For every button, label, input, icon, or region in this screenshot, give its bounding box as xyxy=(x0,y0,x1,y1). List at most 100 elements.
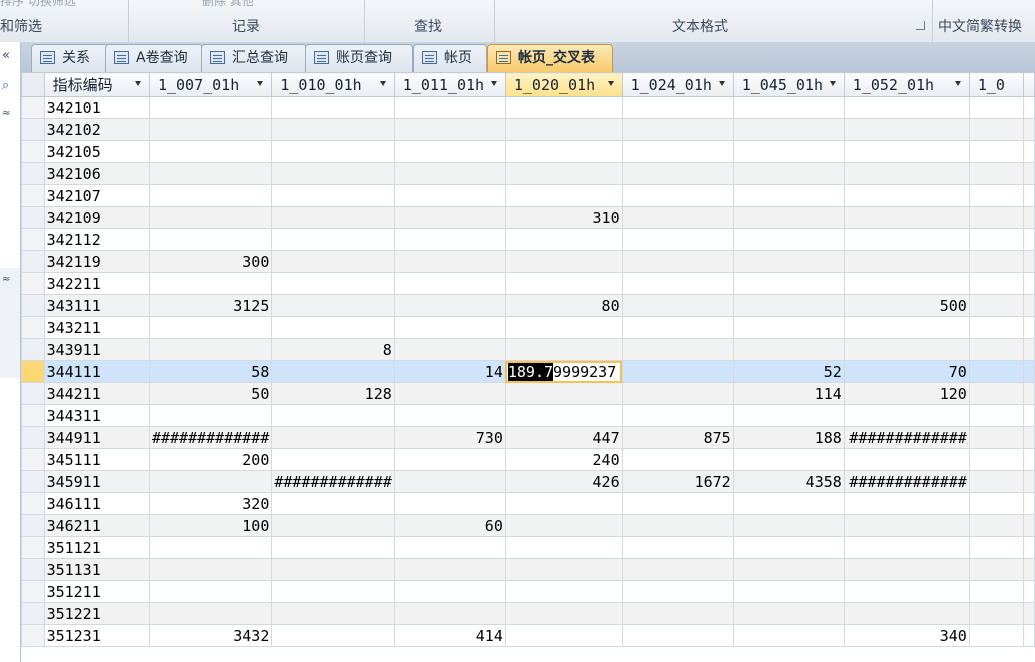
value-cell[interactable] xyxy=(968,558,1025,581)
value-cell[interactable] xyxy=(732,580,845,603)
column-filter-dropdown-icon[interactable] xyxy=(829,81,836,86)
value-cell[interactable] xyxy=(732,228,845,251)
row-selector[interactable] xyxy=(21,580,45,603)
value-cell[interactable] xyxy=(504,184,623,207)
table-row[interactable]: 344911 ############# 730 447 875 188 #########… xyxy=(21,426,1035,449)
value-cell[interactable]: 426 xyxy=(504,470,623,493)
value-cell[interactable]: 60 xyxy=(393,514,506,537)
value-cell[interactable] xyxy=(843,140,970,163)
value-cell[interactable] xyxy=(271,118,395,141)
value-cell[interactable] xyxy=(271,184,395,207)
row-selector[interactable] xyxy=(21,316,45,339)
row-selector[interactable] xyxy=(21,470,45,493)
value-cell[interactable] xyxy=(621,338,734,361)
value-cell[interactable] xyxy=(504,162,623,185)
table-row[interactable]: 342101 xyxy=(21,96,1035,119)
indicator-code-cell[interactable]: 344111 xyxy=(43,360,150,383)
value-cell[interactable] xyxy=(968,470,1025,493)
row-selector[interactable] xyxy=(21,624,45,647)
value-cell[interactable] xyxy=(393,382,506,405)
value-cell[interactable] xyxy=(621,228,734,251)
value-cell[interactable] xyxy=(621,404,734,427)
value-cell[interactable] xyxy=(843,118,970,141)
value-cell[interactable] xyxy=(968,228,1025,251)
value-cell[interactable] xyxy=(968,514,1025,537)
value-cell[interactable]: 70 xyxy=(843,360,970,383)
value-cell[interactable] xyxy=(148,470,273,493)
table-row[interactable]: 342112 xyxy=(21,228,1035,251)
value-cell[interactable] xyxy=(393,404,506,427)
value-cell[interactable] xyxy=(732,96,845,119)
value-cell[interactable] xyxy=(271,624,395,647)
tab-ledger-table[interactable]: 帐页 xyxy=(413,44,487,72)
value-cell[interactable]: 320 xyxy=(148,492,273,515)
table-row[interactable]: 344111 58 14 189.79999237 52 70 xyxy=(21,360,1035,383)
row-selector[interactable] xyxy=(21,382,45,405)
value-cell[interactable] xyxy=(732,492,845,515)
row-selector[interactable] xyxy=(21,294,45,317)
value-cell[interactable] xyxy=(843,492,970,515)
indicator-code-cell[interactable]: 351121 xyxy=(43,536,150,559)
table-row[interactable]: 345911 ############# 426 1672 4358 ##########… xyxy=(21,470,1035,493)
value-cell[interactable] xyxy=(393,602,506,625)
value-cell[interactable] xyxy=(968,206,1025,229)
table-row[interactable]: 351211 xyxy=(21,580,1035,603)
column-header[interactable]: 1_024_01h xyxy=(621,72,734,97)
value-cell[interactable] xyxy=(621,140,734,163)
value-cell[interactable]: ############# xyxy=(271,470,395,493)
column-header[interactable]: 1_052_01h xyxy=(843,72,970,97)
value-cell[interactable] xyxy=(968,184,1025,207)
row-selector[interactable] xyxy=(21,514,45,537)
table-row[interactable]: 351221 xyxy=(21,602,1035,625)
value-cell[interactable] xyxy=(621,294,734,317)
value-cell[interactable] xyxy=(393,470,506,493)
value-cell[interactable] xyxy=(843,514,970,537)
value-cell[interactable]: ############# xyxy=(843,470,970,493)
value-cell[interactable] xyxy=(732,294,845,317)
value-cell[interactable] xyxy=(843,404,970,427)
tab-ledger-query[interactable]: 账页查询 xyxy=(305,44,413,72)
value-cell[interactable] xyxy=(621,118,734,141)
column-filter-dropdown-icon[interactable] xyxy=(257,81,264,86)
value-cell[interactable] xyxy=(621,360,734,383)
value-cell[interactable] xyxy=(393,250,506,273)
value-cell[interactable] xyxy=(148,118,273,141)
table-row[interactable]: 343211 xyxy=(21,316,1035,339)
value-cell[interactable] xyxy=(148,184,273,207)
value-cell[interactable] xyxy=(504,96,623,119)
indicator-code-cell[interactable]: 351221 xyxy=(43,602,150,625)
value-cell[interactable] xyxy=(843,206,970,229)
value-cell[interactable] xyxy=(148,272,273,295)
value-cell[interactable]: 52 xyxy=(732,360,845,383)
table-row[interactable]: 342119 300 xyxy=(21,250,1035,273)
column-header[interactable]: 1_045_01h xyxy=(732,72,845,97)
value-cell[interactable] xyxy=(504,316,623,339)
indicator-code-cell[interactable]: 345911 xyxy=(43,470,150,493)
row-selector[interactable] xyxy=(21,96,45,119)
value-cell[interactable] xyxy=(148,338,273,361)
value-cell[interactable] xyxy=(968,580,1025,603)
column-header[interactable]: 1_010_01h xyxy=(271,72,395,97)
indicator-code-cell[interactable]: 346211 xyxy=(43,514,150,537)
value-cell[interactable] xyxy=(968,382,1025,405)
value-cell[interactable] xyxy=(968,404,1025,427)
value-cell[interactable] xyxy=(621,514,734,537)
value-cell[interactable] xyxy=(621,580,734,603)
row-selector[interactable] xyxy=(21,140,45,163)
value-cell[interactable] xyxy=(621,96,734,119)
value-cell[interactable] xyxy=(621,206,734,229)
value-cell[interactable]: 730 xyxy=(393,426,506,449)
value-cell[interactable] xyxy=(393,294,506,317)
table-row[interactable]: 344211 50 128 114 120 xyxy=(21,382,1035,405)
value-cell[interactable] xyxy=(271,206,395,229)
chevron-icon[interactable]: ≈ xyxy=(2,108,10,119)
value-cell[interactable] xyxy=(504,404,623,427)
value-cell[interactable] xyxy=(393,338,506,361)
table-row[interactable]: 345111 200 240 xyxy=(21,448,1035,471)
column-header[interactable]: 1_007_01h xyxy=(148,72,273,97)
table-row[interactable]: 342109 310 xyxy=(21,206,1035,229)
value-cell[interactable] xyxy=(271,580,395,603)
value-cell[interactable] xyxy=(271,228,395,251)
table-row[interactable]: 346111 320 xyxy=(21,492,1035,515)
value-cell[interactable] xyxy=(843,558,970,581)
